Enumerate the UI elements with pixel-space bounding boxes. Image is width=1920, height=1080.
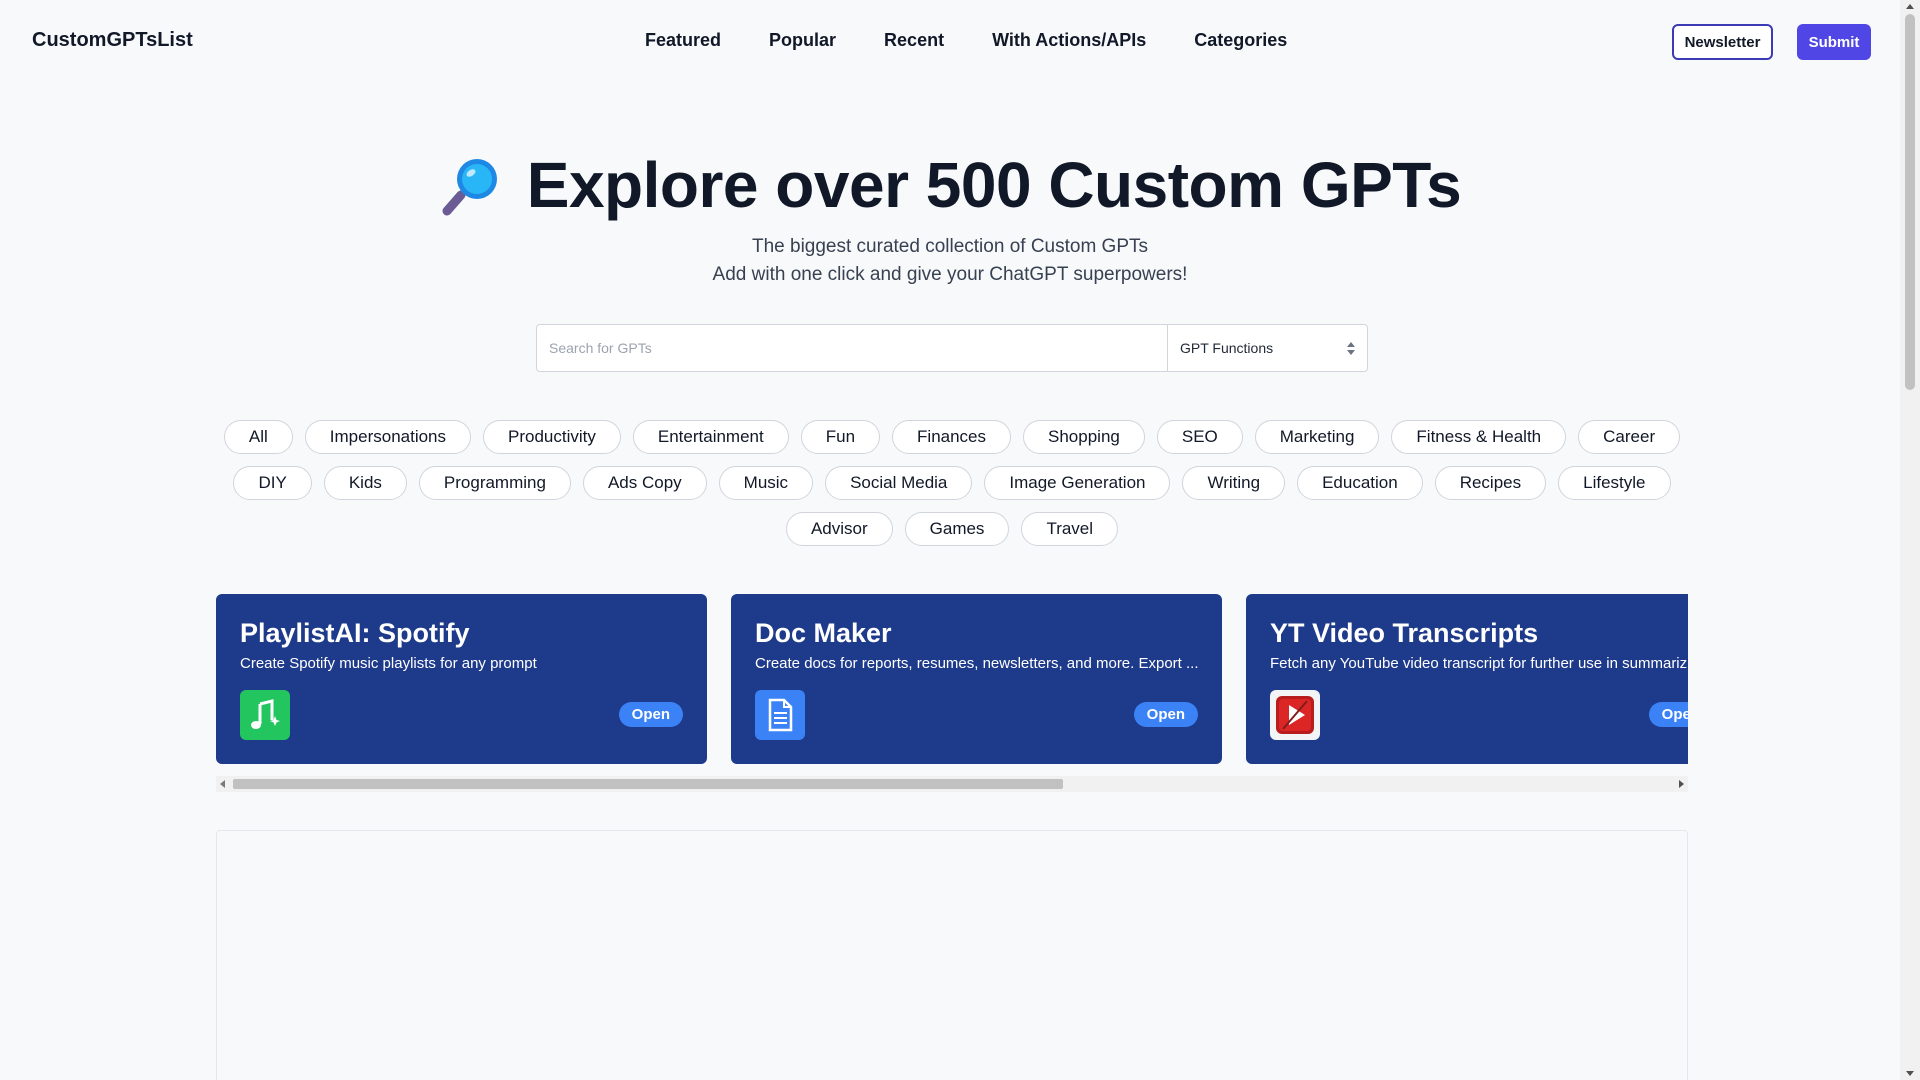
main-nav: Featured Popular Recent With Actions/API…: [645, 30, 1287, 51]
page: CustomGPTsList Featured Popular Recent W…: [0, 0, 1920, 1080]
chip-fun[interactable]: Fun: [800, 420, 881, 454]
chip-music[interactable]: Music: [718, 466, 814, 500]
category-chips: All Impersonations Productivity Entertai…: [216, 420, 1688, 546]
carousel-scrollbar[interactable]: [216, 776, 1688, 792]
chip-advisor[interactable]: Advisor: [785, 512, 893, 546]
chip-finances[interactable]: Finances: [892, 420, 1012, 454]
gpt-card[interactable]: YT Video Transcripts Fetch any YouTube v…: [1246, 594, 1688, 764]
chip-games[interactable]: Games: [904, 512, 1010, 546]
nav-popular[interactable]: Popular: [769, 30, 836, 51]
site-logo[interactable]: CustomGPTsList: [32, 29, 193, 52]
hero-subtitle: The biggest curated collection of Custom…: [0, 233, 1900, 289]
open-button[interactable]: Open: [1133, 702, 1198, 727]
select-value: GPT Functions: [1180, 340, 1274, 356]
gpt-card[interactable]: PlaylistAI: Spotify Create Spotify music…: [216, 594, 707, 764]
magnifying-glass-icon: [439, 153, 503, 217]
card-track: PlaylistAI: Spotify Create Spotify music…: [216, 594, 1688, 764]
gpt-card[interactable]: Doc Maker Create docs for reports, resum…: [731, 594, 1222, 764]
chip-programming[interactable]: Programming: [418, 466, 571, 500]
gpt-functions-select[interactable]: GPT Functions: [1167, 325, 1367, 371]
chip-lifestyle[interactable]: Lifestyle: [1558, 466, 1671, 500]
content-panel: [216, 830, 1688, 1080]
submit-button[interactable]: Submit: [1797, 24, 1871, 60]
card-description: Create docs for reports, resumes, newsle…: [755, 655, 1199, 672]
chip-marketing[interactable]: Marketing: [1254, 420, 1380, 454]
chip-career[interactable]: Career: [1578, 420, 1681, 454]
chip-education[interactable]: Education: [1297, 466, 1423, 500]
subtitle-line-2: Add with one click and give your ChatGPT…: [712, 264, 1188, 285]
chip-entertainment[interactable]: Entertainment: [632, 420, 789, 454]
card-description: Create Spotify music playlists for any p…: [240, 655, 537, 672]
chip-image-generation[interactable]: Image Generation: [984, 466, 1171, 500]
chip-diy[interactable]: DIY: [233, 466, 312, 500]
nav-recent[interactable]: Recent: [884, 30, 944, 51]
chip-impersonations[interactable]: Impersonations: [304, 420, 472, 454]
card-title: Doc Maker: [755, 618, 892, 648]
chip-kids[interactable]: Kids: [323, 466, 407, 500]
card-description: Fetch any YouTube video transcript for f…: [1270, 655, 1688, 672]
newsletter-button[interactable]: Newsletter: [1672, 24, 1773, 60]
scroll-right-arrow-icon[interactable]: [1679, 780, 1684, 788]
nav-featured[interactable]: Featured: [645, 30, 721, 51]
chip-recipes[interactable]: Recipes: [1434, 466, 1547, 500]
music-note-sparkle-icon: [240, 690, 290, 740]
chip-productivity[interactable]: Productivity: [483, 420, 621, 454]
search-input[interactable]: [537, 325, 1167, 371]
up-down-chevron-icon: [1347, 341, 1355, 355]
chip-travel[interactable]: Travel: [1021, 512, 1119, 546]
hero-title-row: Explore over 500 Custom GPTs: [0, 148, 1900, 222]
scroll-up-arrow-icon[interactable]: [1906, 4, 1914, 9]
document-icon: [755, 690, 805, 740]
scrollbar-thumb[interactable]: [233, 779, 1063, 789]
header: CustomGPTsList Featured Popular Recent W…: [0, 0, 1900, 84]
search-bar: GPT Functions: [536, 324, 1368, 372]
page-title: Explore over 500 Custom GPTs: [526, 149, 1462, 221]
subtitle-line-1: The biggest curated collection of Custom…: [751, 236, 1149, 257]
chip-social-media[interactable]: Social Media: [825, 466, 973, 500]
chip-fitness-health[interactable]: Fitness & Health: [1391, 420, 1567, 454]
open-button[interactable]: Open: [1648, 702, 1688, 727]
scroll-down-arrow-icon[interactable]: [1906, 1071, 1914, 1076]
chip-all[interactable]: All: [223, 420, 293, 454]
chip-writing[interactable]: Writing: [1182, 466, 1286, 500]
nav-with-actions-apis[interactable]: With Actions/APIs: [992, 30, 1146, 51]
card-title: YT Video Transcripts: [1270, 618, 1539, 648]
scroll-left-arrow-icon[interactable]: [220, 780, 225, 788]
video-play-icon: [1270, 690, 1320, 740]
card-title: PlaylistAI: Spotify: [240, 618, 470, 648]
featured-carousel: PlaylistAI: Spotify Create Spotify music…: [216, 594, 1688, 792]
chip-shopping[interactable]: Shopping: [1023, 420, 1145, 454]
nav-categories[interactable]: Categories: [1194, 30, 1287, 51]
chip-ads-copy[interactable]: Ads Copy: [582, 466, 707, 500]
page-scrollbar[interactable]: [1900, 0, 1920, 1080]
page-scrollbar-thumb[interactable]: [1905, 14, 1915, 390]
open-button[interactable]: Open: [618, 702, 683, 727]
chip-seo[interactable]: SEO: [1156, 420, 1243, 454]
